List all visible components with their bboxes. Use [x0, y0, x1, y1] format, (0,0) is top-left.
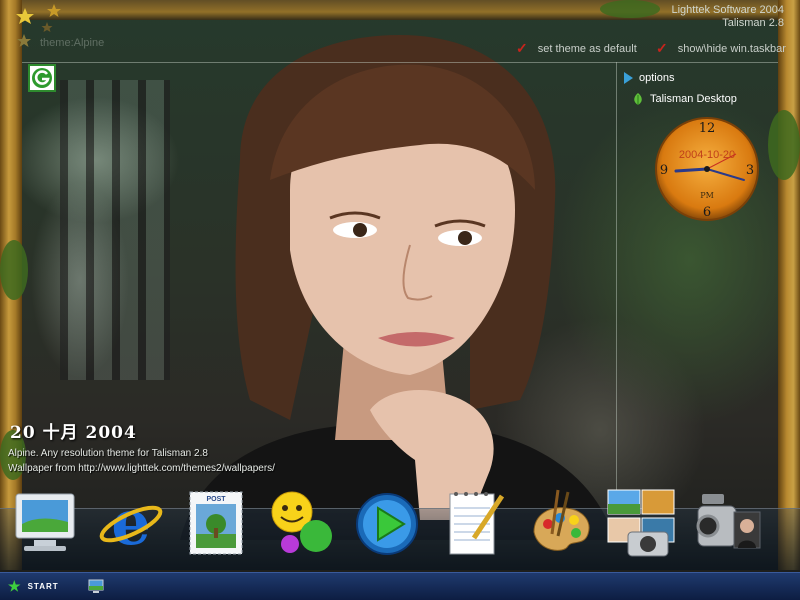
- play-arrow-icon: [624, 72, 633, 84]
- clock-numeral: 9: [660, 163, 668, 178]
- vine-decoration: [0, 240, 28, 300]
- star-icon: ★: [8, 577, 22, 594]
- messenger-icon[interactable]: [268, 488, 338, 560]
- wallpaper-source: Wallpaper from http://www.lighttek.com/t…: [8, 463, 275, 474]
- clock-hour-hand: [674, 167, 709, 173]
- toggle-taskbar-option[interactable]: ✓ show\hide win.taskbar: [656, 40, 786, 57]
- date-display: 20 十月 2004: [10, 423, 137, 443]
- frame-right: [778, 0, 800, 570]
- theme-label: theme:Alpine: [40, 37, 105, 49]
- video-camera-icon[interactable]: [692, 488, 762, 560]
- brand-info: Lighttek Software 2004 Talisman 2.8: [671, 4, 784, 30]
- media-player-icon[interactable]: [352, 488, 422, 560]
- notepad-icon[interactable]: [440, 488, 510, 560]
- brand-version: Talisman 2.8: [722, 17, 784, 29]
- start-label: START: [27, 581, 59, 591]
- clock-numeral: 3: [746, 163, 754, 178]
- background-window: [60, 80, 170, 380]
- g-logo-icon: [32, 68, 52, 88]
- theme-description: Alpine. Any resolution theme for Talisma…: [8, 448, 208, 459]
- talisman-desktop-link[interactable]: Talisman Desktop: [632, 92, 737, 106]
- set-theme-default-option[interactable]: ✓ set theme as default: [516, 40, 637, 57]
- talisman-desktop-label: Talisman Desktop: [650, 93, 737, 105]
- clock-numeral: 12: [699, 121, 716, 136]
- toggle-taskbar-label: show\hide win.taskbar: [677, 42, 786, 55]
- options-label: options: [639, 72, 675, 84]
- start-button[interactable]: ★ START: [2, 576, 78, 596]
- taskbar: [0, 572, 800, 600]
- options-menu[interactable]: options: [624, 72, 674, 84]
- clock-ampm: PM: [700, 191, 714, 200]
- svg-text:e: e: [111, 488, 150, 559]
- leaf-icon: [634, 93, 642, 105]
- check-icon: ✓: [656, 40, 668, 56]
- mail-stamp-icon[interactable]: POST: [182, 488, 252, 560]
- clock-numeral: 6: [703, 205, 711, 220]
- vine-decoration: [600, 0, 660, 18]
- my-computer-icon[interactable]: [10, 488, 80, 560]
- analog-clock: 12 3 6 9 2004-10-20 PM: [655, 117, 759, 221]
- desktop-app-icon[interactable]: [88, 578, 104, 594]
- brand-company: Lighttek Software 2004: [671, 4, 784, 16]
- internet-explorer-icon[interactable]: e: [96, 488, 166, 560]
- svg-text:POST: POST: [206, 496, 226, 503]
- photo-gallery-icon[interactable]: [606, 488, 676, 560]
- set-theme-default-label: set theme as default: [537, 42, 637, 55]
- check-icon: ✓: [516, 40, 528, 56]
- paint-palette-icon[interactable]: [528, 488, 598, 560]
- theme-info: Alpine. Any resolution theme for Talisma…: [8, 446, 275, 476]
- talisman-logo-button[interactable]: [28, 64, 56, 92]
